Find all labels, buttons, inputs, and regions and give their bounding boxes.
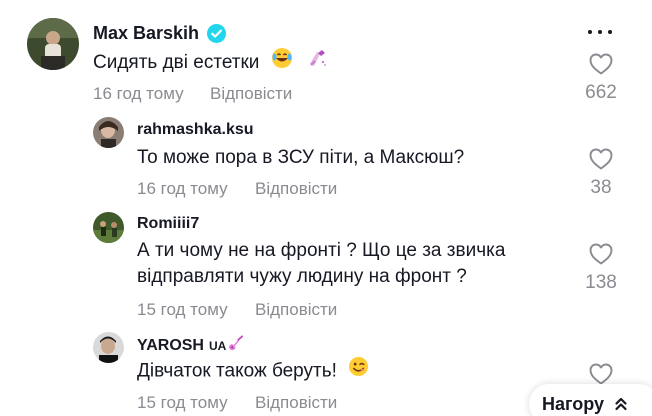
comment-timestamp: 16 год тому [93,84,184,103]
like-count: 38 [590,177,612,198]
reply-timestamp: 15 год тому [137,300,228,319]
like-button[interactable] [581,363,621,385]
comment-author-name[interactable]: Max Barskih [93,23,227,44]
avatar-max-barskih[interactable] [27,18,79,70]
reply-text: Дівчаток також беруть! [137,356,369,387]
like-count: 138 [585,272,617,293]
reply-button[interactable]: Відповісти [255,393,337,413]
like-button[interactable] [581,148,621,170]
reply-timestamp: 15 год тому [137,393,228,412]
double-chevron-up-icon [614,396,628,412]
reply-button[interactable]: Відповісти [210,84,292,104]
guitar-emoji-icon [227,335,244,357]
scroll-to-top-label: Нагору [542,393,605,414]
more-options-icon[interactable] [588,22,612,42]
reply-author-name[interactable]: YAROSH UA [137,335,244,357]
like-button[interactable] [581,53,621,75]
reply-button[interactable]: Відповісти [255,179,337,199]
heart-outline-icon [589,53,613,75]
laughing-emoji-icon [271,47,293,79]
like-button[interactable] [581,243,621,265]
verified-badge-icon [207,24,227,43]
reply-author-name[interactable]: rahmashka.ksu [137,121,254,139]
avatar-romiiii7[interactable] [93,212,124,243]
avatar-yarosh[interactable] [93,332,124,363]
reply-text: То може пора в ЗСУ піти, а Максюш? [137,147,465,168]
heart-outline-icon [589,243,613,265]
reply-author-name[interactable]: Romiiii7 [137,215,199,233]
author-suffix: UA [208,339,227,353]
like-count: 662 [585,82,617,103]
scroll-to-top-button[interactable]: Нагору [529,384,652,416]
heart-outline-icon [589,363,613,385]
avatar-rahmashka[interactable] [93,117,124,148]
heart-outline-icon [589,148,613,170]
comment-text: Сидять дві естетки [93,47,328,79]
winking-face-emoji-icon [348,356,369,387]
reply-timestamp: 16 год тому [137,179,228,198]
nail-polish-emoji-icon [306,47,328,79]
reply-button[interactable]: Відповісти [255,300,337,320]
reply-text-line-2: відправляти чужу людину на фронт ? [137,266,467,287]
